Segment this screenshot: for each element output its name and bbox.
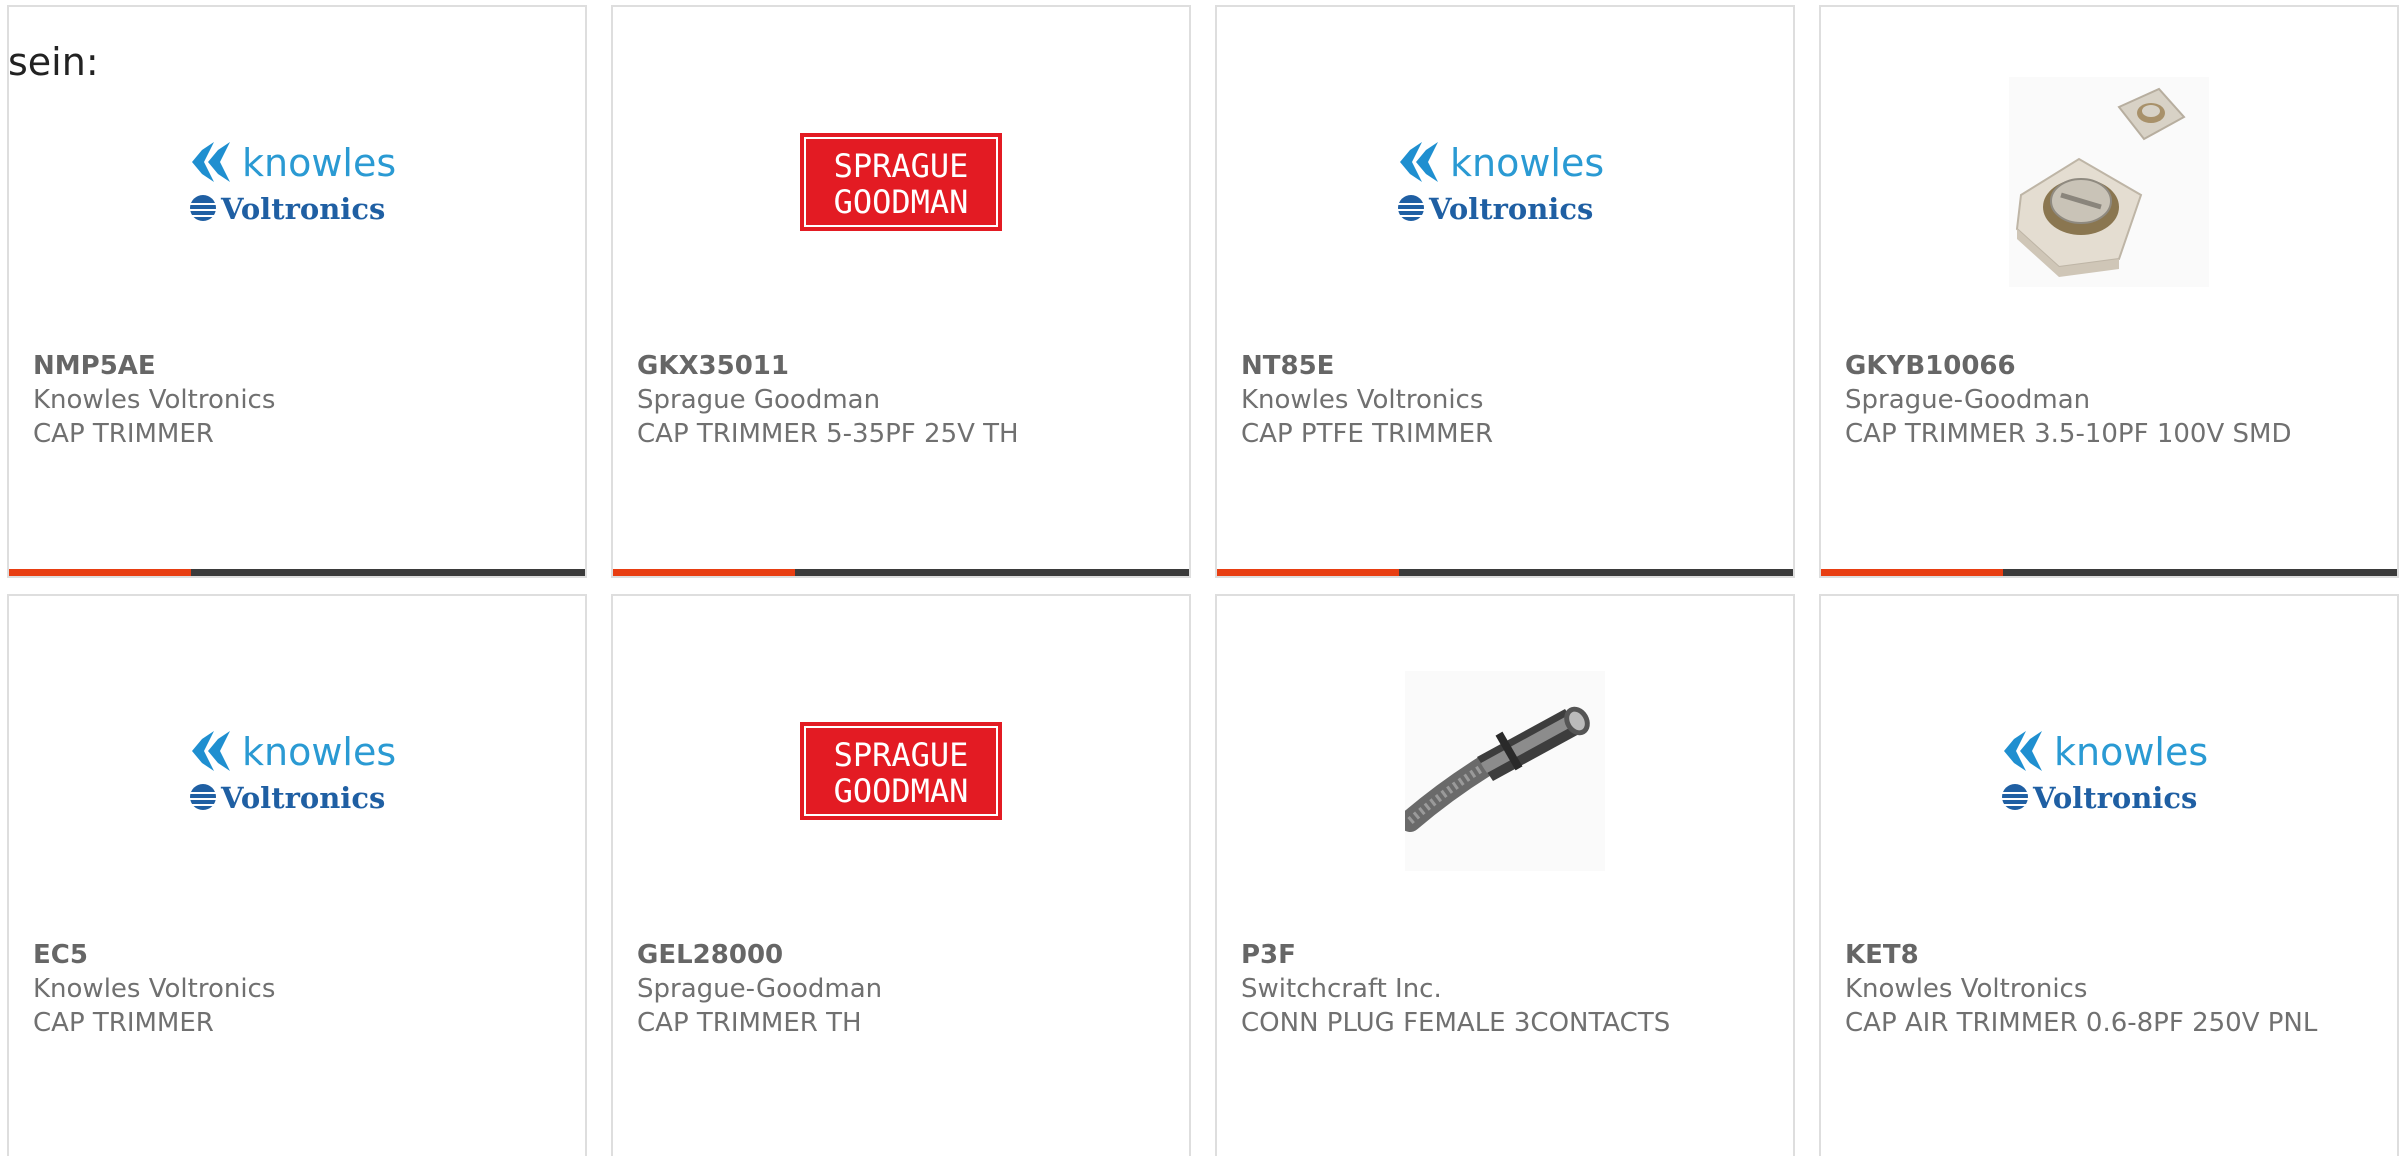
description: CAP PTFE TRIMMER: [1241, 419, 1494, 449]
part-number[interactable]: GKYB10066: [1845, 349, 2367, 383]
product-info: NMP5AE Knowles Voltronics CAP TRIMMER: [33, 349, 555, 451]
card-accent-bar-track: [795, 569, 1189, 576]
product-image: [1821, 47, 2397, 317]
description: CAP TRIMMER 3.5-10PF 100V SMD: [1845, 419, 2292, 449]
knowles-voltronics-logo: knowles Voltronics: [190, 141, 396, 226]
manufacturer: Knowles Voltronics: [33, 974, 276, 1004]
card-accent-bar-track: [191, 569, 585, 576]
knowles-voltronics-logo: knowles Voltronics: [2002, 730, 2208, 815]
product-image: knowles Voltronics: [1217, 47, 1793, 317]
part-number[interactable]: GEL28000: [637, 938, 1159, 972]
part-number[interactable]: EC5: [33, 938, 555, 972]
product-image: SPRAGUE GOODMAN: [613, 47, 1189, 317]
product-card[interactable]: knowles Voltronics NMP5AE Knowles Voltro…: [7, 5, 587, 578]
svg-text:Voltronics: Voltronics: [2032, 781, 2197, 815]
description: CAP TRIMMER TH: [637, 1008, 862, 1038]
product-card[interactable]: SPRAGUE GOODMAN GEL28000 Sprague-Goodman…: [611, 594, 1191, 1156]
description: CAP TRIMMER 5-35PF 25V TH: [637, 419, 1019, 449]
svg-text:knowles: knowles: [2054, 730, 2208, 774]
product-image: SPRAGUE GOODMAN: [613, 636, 1189, 906]
description: CAP TRIMMER: [33, 1008, 214, 1038]
product-info: GEL28000 Sprague-Goodman CAP TRIMMER TH: [637, 938, 1159, 1040]
product-card[interactable]: P3F Switchcraft Inc. CONN PLUG FEMALE 3C…: [1215, 594, 1795, 1156]
svg-text:SPRAGUE: SPRAGUE: [834, 736, 969, 774]
manufacturer: Sprague-Goodman: [637, 974, 883, 1004]
globe-icon: [190, 195, 216, 221]
card-accent-bar-highlight: [9, 569, 191, 576]
knowles-k-mark-icon: [192, 731, 230, 771]
globe-icon: [2002, 784, 2028, 810]
product-info: NT85E Knowles Voltronics CAP PTFE TRIMME…: [1241, 349, 1763, 451]
part-number[interactable]: NT85E: [1241, 349, 1763, 383]
product-info: GKYB10066 Sprague-Goodman CAP TRIMMER 3.…: [1845, 349, 2367, 451]
manufacturer: Switchcraft Inc.: [1241, 974, 1442, 1004]
part-number[interactable]: KET8: [1845, 938, 2367, 972]
knowles-k-mark-icon: [1400, 142, 1438, 182]
manufacturer: Knowles Voltronics: [33, 385, 276, 415]
product-info: EC5 Knowles Voltronics CAP TRIMMER: [33, 938, 555, 1040]
svg-text:knowles: knowles: [242, 141, 396, 185]
card-accent-bar-track: [2003, 569, 2397, 576]
svg-text:knowles: knowles: [242, 730, 396, 774]
card-accent-bar: [9, 569, 585, 576]
svg-text:SPRAGUE: SPRAGUE: [834, 147, 969, 185]
card-accent-bar-highlight: [1217, 569, 1399, 576]
knowles-voltronics-logo: knowles Voltronics: [1398, 141, 1604, 226]
part-number[interactable]: NMP5AE: [33, 349, 555, 383]
part-number[interactable]: P3F: [1241, 938, 1763, 972]
product-image: knowles Voltronics: [1821, 636, 2397, 906]
card-accent-bar: [1217, 569, 1793, 576]
product-image: knowles Voltronics: [9, 636, 585, 906]
card-accent-bar-track: [1399, 569, 1793, 576]
svg-text:knowles: knowles: [1450, 141, 1604, 185]
connector-plug-photo: [1405, 671, 1605, 871]
product-info: KET8 Knowles Voltronics CAP AIR TRIMMER …: [1845, 938, 2367, 1040]
card-accent-bar: [613, 569, 1189, 576]
product-grid: knowles Voltronics NMP5AE Knowles Voltro…: [7, 5, 2399, 1156]
card-accent-bar: [1821, 569, 2397, 576]
card-accent-bar-highlight: [1821, 569, 2003, 576]
product-image: [1217, 636, 1793, 906]
product-info: GKX35011 Sprague Goodman CAP TRIMMER 5-3…: [637, 349, 1159, 451]
svg-text:Voltronics: Voltronics: [220, 781, 385, 815]
description: CONN PLUG FEMALE 3CONTACTS: [1241, 1008, 1671, 1038]
manufacturer: Sprague Goodman: [637, 385, 881, 415]
globe-icon: [190, 784, 216, 810]
card-accent-bar-highlight: [613, 569, 795, 576]
part-number[interactable]: GKX35011: [637, 349, 1159, 383]
sprague-goodman-logo: SPRAGUE GOODMAN: [800, 133, 1002, 231]
manufacturer: Knowles Voltronics: [1241, 385, 1484, 415]
product-card[interactable]: knowles Voltronics EC5 Knowles Voltronic…: [7, 594, 587, 1156]
manufacturer: Knowles Voltronics: [1845, 974, 2088, 1004]
svg-text:Voltronics: Voltronics: [1428, 192, 1593, 226]
smd-trimmer-photo: [2009, 77, 2209, 287]
product-card[interactable]: SPRAGUE GOODMAN GKX35011 Sprague Goodman…: [611, 5, 1191, 578]
svg-text:GOODMAN: GOODMAN: [834, 772, 969, 810]
globe-icon: [1398, 195, 1424, 221]
sprague-goodman-logo: SPRAGUE GOODMAN: [800, 722, 1002, 820]
knowles-k-mark-icon: [2004, 731, 2042, 771]
description: CAP TRIMMER: [33, 419, 214, 449]
svg-text:Voltronics: Voltronics: [220, 192, 385, 226]
knowles-k-mark-icon: [192, 142, 230, 182]
description: CAP AIR TRIMMER 0.6-8PF 250V PNL: [1845, 1008, 2318, 1038]
product-card[interactable]: GKYB10066 Sprague-Goodman CAP TRIMMER 3.…: [1819, 5, 2399, 578]
svg-text:GOODMAN: GOODMAN: [834, 183, 969, 221]
intro-text: sein:: [8, 40, 99, 84]
page: sein: knowles Voltronics NMP5AE Knowles …: [0, 0, 2400, 1156]
manufacturer: Sprague-Goodman: [1845, 385, 2091, 415]
product-card[interactable]: knowles Voltronics NT85E Knowles Voltron…: [1215, 5, 1795, 578]
knowles-voltronics-logo: knowles Voltronics: [190, 730, 396, 815]
product-card[interactable]: knowles Voltronics KET8 Knowles Voltroni…: [1819, 594, 2399, 1156]
product-info: P3F Switchcraft Inc. CONN PLUG FEMALE 3C…: [1241, 938, 1763, 1040]
